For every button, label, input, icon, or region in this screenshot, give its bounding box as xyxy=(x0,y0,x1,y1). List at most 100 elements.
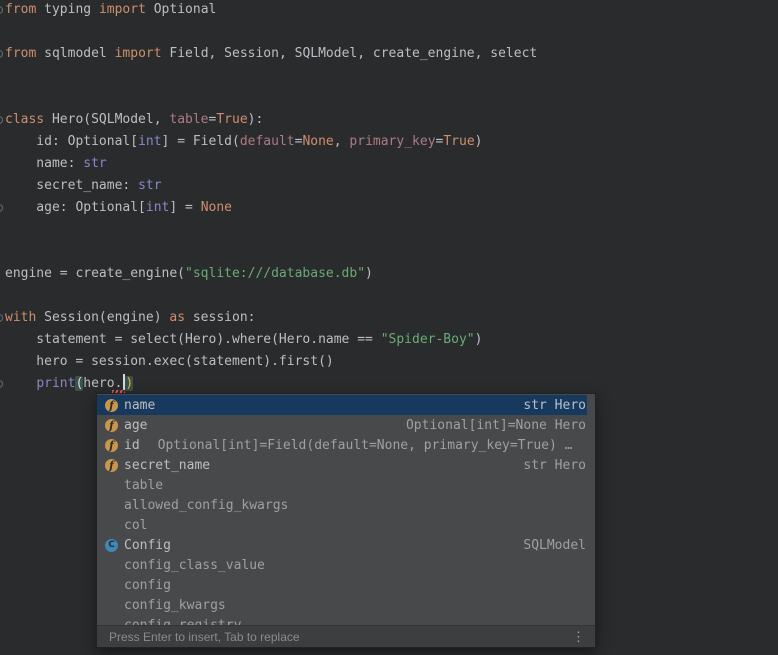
code-line[interactable]: from sqlmodel import Field, Session, SQL… xyxy=(5,43,778,65)
gutter-icon xyxy=(0,6,3,14)
code-token: class xyxy=(5,112,44,127)
code-token: Field, Session, SQLModel, create_engine,… xyxy=(162,46,538,61)
completion-item[interactable]: table xyxy=(97,475,595,495)
code-line[interactable]: hero = session.exec(statement).first() xyxy=(5,351,778,373)
gutter-icon xyxy=(0,116,3,124)
code-token: Optional xyxy=(146,2,216,17)
code-token: str xyxy=(138,178,161,193)
completion-popup: fnamestr HerofageOptional[int]=None Hero… xyxy=(96,393,596,648)
completion-item-label: allowed_config_kwargs xyxy=(124,498,288,513)
completion-item-detail: SQLModel xyxy=(523,538,595,553)
completion-item[interactable]: config xyxy=(97,575,595,595)
completion-item[interactable]: C Config SQLModel xyxy=(97,535,595,555)
code-token: True xyxy=(443,134,474,149)
code-token: age: Optional[ xyxy=(5,200,146,215)
completion-item[interactable]: fidOptional[int]=Field(default=None, pri… xyxy=(97,435,595,455)
completion-item-label: Config xyxy=(124,538,171,553)
completion-item-detail: str Hero xyxy=(523,458,595,473)
code-editor: from typing import Optionalfrom sqlmodel… xyxy=(0,0,778,655)
code-token: , xyxy=(334,134,350,149)
completion-item-detail: str Hero xyxy=(523,398,595,413)
kebab-menu-icon[interactable]: ⋮ xyxy=(572,629,585,645)
completion-item[interactable]: col xyxy=(97,515,595,535)
code-token: int xyxy=(138,134,161,149)
code-token: import xyxy=(99,2,146,17)
completion-item-detail: Optional[int]=None Hero xyxy=(406,418,595,433)
completion-item[interactable]: fage Optional[int]=None Hero xyxy=(97,415,595,435)
completion-hint: Press Enter to insert, Tab to replace xyxy=(109,630,300,644)
code-token: hero. xyxy=(83,376,122,391)
field-icon: f xyxy=(105,419,118,432)
code-line[interactable]: from typing import Optional xyxy=(5,0,778,21)
code-line[interactable]: engine = create_engine("sqlite:///databa… xyxy=(5,263,778,285)
code-token: secret_name: xyxy=(5,178,138,193)
completion-footer: Press Enter to insert, Tab to replace ⋮ xyxy=(97,625,595,647)
field-icon: f xyxy=(105,399,118,412)
code-token: import xyxy=(115,46,162,61)
gutter-icon xyxy=(0,204,3,212)
code-token: Session(engine) xyxy=(36,310,169,325)
completion-item[interactable]: config_class_value xyxy=(97,555,595,575)
code-token: str xyxy=(83,156,106,171)
completion-item[interactable]: f secret_name str Hero xyxy=(97,455,595,475)
field-icon: f xyxy=(105,459,118,472)
code-token: from xyxy=(5,2,36,17)
completion-item-detail: Optional[int]=Field(default=None, primar… xyxy=(158,438,573,453)
code-token: None xyxy=(302,134,333,149)
code-token: Hero(SQLModel, xyxy=(44,112,169,127)
class-icon: C xyxy=(105,539,118,552)
completion-list: fnamestr HerofageOptional[int]=None Hero… xyxy=(97,394,595,625)
completion-item-label: name xyxy=(124,398,155,413)
code-token: engine = create_engine( xyxy=(5,266,185,281)
code-token: session: xyxy=(185,310,255,325)
code-token: statement = select(Hero).where(Hero.name… xyxy=(5,332,381,347)
code-line[interactable]: secret_name: str xyxy=(5,175,778,197)
completion-item-label: id xyxy=(124,438,140,453)
code-token: from xyxy=(5,46,36,61)
code-line[interactable]: age: Optional[int] = None xyxy=(5,197,778,219)
gutter-icon xyxy=(0,50,3,58)
code-line[interactable] xyxy=(5,87,778,109)
code-token: True xyxy=(216,112,247,127)
completion-item-label: config_registry xyxy=(124,618,241,626)
code-area[interactable]: from typing import Optionalfrom sqlmodel… xyxy=(5,0,778,395)
completion-item-label: config_kwargs xyxy=(124,598,226,613)
completion-item[interactable]: allowed_config_kwargs xyxy=(97,495,595,515)
completion-item[interactable]: config_kwargs xyxy=(97,595,595,615)
gutter-icon xyxy=(0,314,3,322)
code-line[interactable] xyxy=(5,21,778,43)
code-line[interactable] xyxy=(5,219,778,241)
completion-item-label: config xyxy=(124,578,171,593)
code-line[interactable] xyxy=(5,285,778,307)
code-line[interactable]: statement = select(Hero).where(Hero.name… xyxy=(5,329,778,351)
code-token: ) xyxy=(475,134,483,149)
code-token: int xyxy=(146,200,169,215)
code-line[interactable]: id: Optional[int] = Field(default=None, … xyxy=(5,131,778,153)
code-token: ) xyxy=(365,266,373,281)
completion-item[interactable]: config_registry xyxy=(97,615,595,625)
completion-item-label: age xyxy=(124,418,147,433)
code-line[interactable]: name: str xyxy=(5,153,778,175)
code-token: ] = Field( xyxy=(162,134,240,149)
code-token: sqlmodel xyxy=(36,46,114,61)
gutter-icon xyxy=(0,380,3,388)
code-token: None xyxy=(201,200,232,215)
code-token: print xyxy=(36,376,75,391)
code-token: table xyxy=(169,112,208,127)
code-line[interactable]: with Session(engine) as session: xyxy=(5,307,778,329)
code-line[interactable] xyxy=(5,241,778,263)
code-token: ) xyxy=(475,332,483,347)
code-token: default xyxy=(240,134,295,149)
code-token: hero = session.exec(statement).first() xyxy=(5,354,334,369)
code-token: "Spider-Boy" xyxy=(381,332,475,347)
code-token xyxy=(5,376,36,391)
code-token: ) xyxy=(125,376,133,391)
code-token: as xyxy=(169,310,185,325)
code-token: id: Optional[ xyxy=(5,134,138,149)
code-line[interactable]: class Hero(SQLModel, table=True): xyxy=(5,109,778,131)
completion-item[interactable]: fname str Hero xyxy=(97,395,595,415)
completion-item-label: secret_name xyxy=(124,458,210,473)
completion-item-label: table xyxy=(124,478,163,493)
code-line[interactable] xyxy=(5,65,778,87)
completion-item-label: config_class_value xyxy=(124,558,265,573)
